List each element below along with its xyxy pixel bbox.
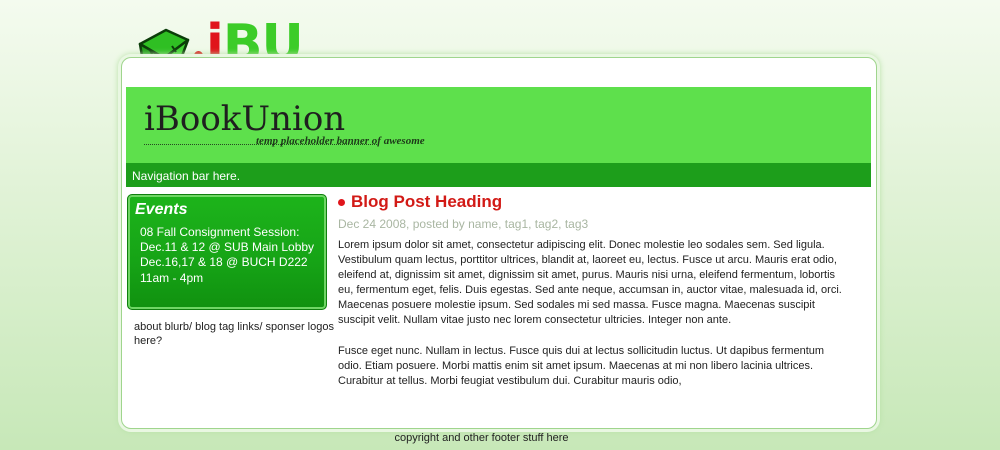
footer: copyright and other footer stuff here xyxy=(394,432,569,444)
site-name[interactable]: iBookUnion xyxy=(144,99,345,139)
post-heading-row: Blog Post Heading xyxy=(338,192,848,212)
blog-post: Blog Post Heading Dec 24 2008, posted by… xyxy=(338,192,848,405)
post-paragraph: Fusce eget nunc. Nullam in lectus. Fusce… xyxy=(338,345,825,387)
sidebar-about-text: about blurb/ blog tag links/ sponser log… xyxy=(134,321,334,347)
banner: iBookUnion temp placeholder banner of aw… xyxy=(126,87,871,163)
post-body: Lorem ipsum dolor sit amet, consectetur … xyxy=(338,238,848,389)
post-paragraph: Lorem ipsum dolor sit amet, consectetur … xyxy=(338,239,842,326)
banner-tagline: temp placeholder banner of awesome xyxy=(256,135,425,147)
navigation-bar[interactable]: Navigation bar here. xyxy=(126,163,871,187)
event-line: Dec.11 & 12 @ SUB Main Lobby xyxy=(140,240,315,255)
bullet-icon xyxy=(338,199,345,206)
event-line: Dec.16,17 & 18 @ BUCH D222 xyxy=(140,255,308,270)
navigation-bar-text: Navigation bar here. xyxy=(132,169,241,183)
post-meta: Dec 24 2008, posted by name, tag1, tag2,… xyxy=(338,217,589,231)
events-list: 08 Fall Consignment Session: Dec.11 & 12… xyxy=(140,225,314,286)
post-title[interactable]: Blog Post Heading xyxy=(351,192,502,212)
events-title: Events xyxy=(135,201,188,218)
event-line: 08 Fall Consignment Session: xyxy=(140,225,300,239)
event-line: 11am - 4pm xyxy=(140,270,204,285)
events-box: Events 08 Fall Consignment Session: Dec.… xyxy=(127,194,327,310)
